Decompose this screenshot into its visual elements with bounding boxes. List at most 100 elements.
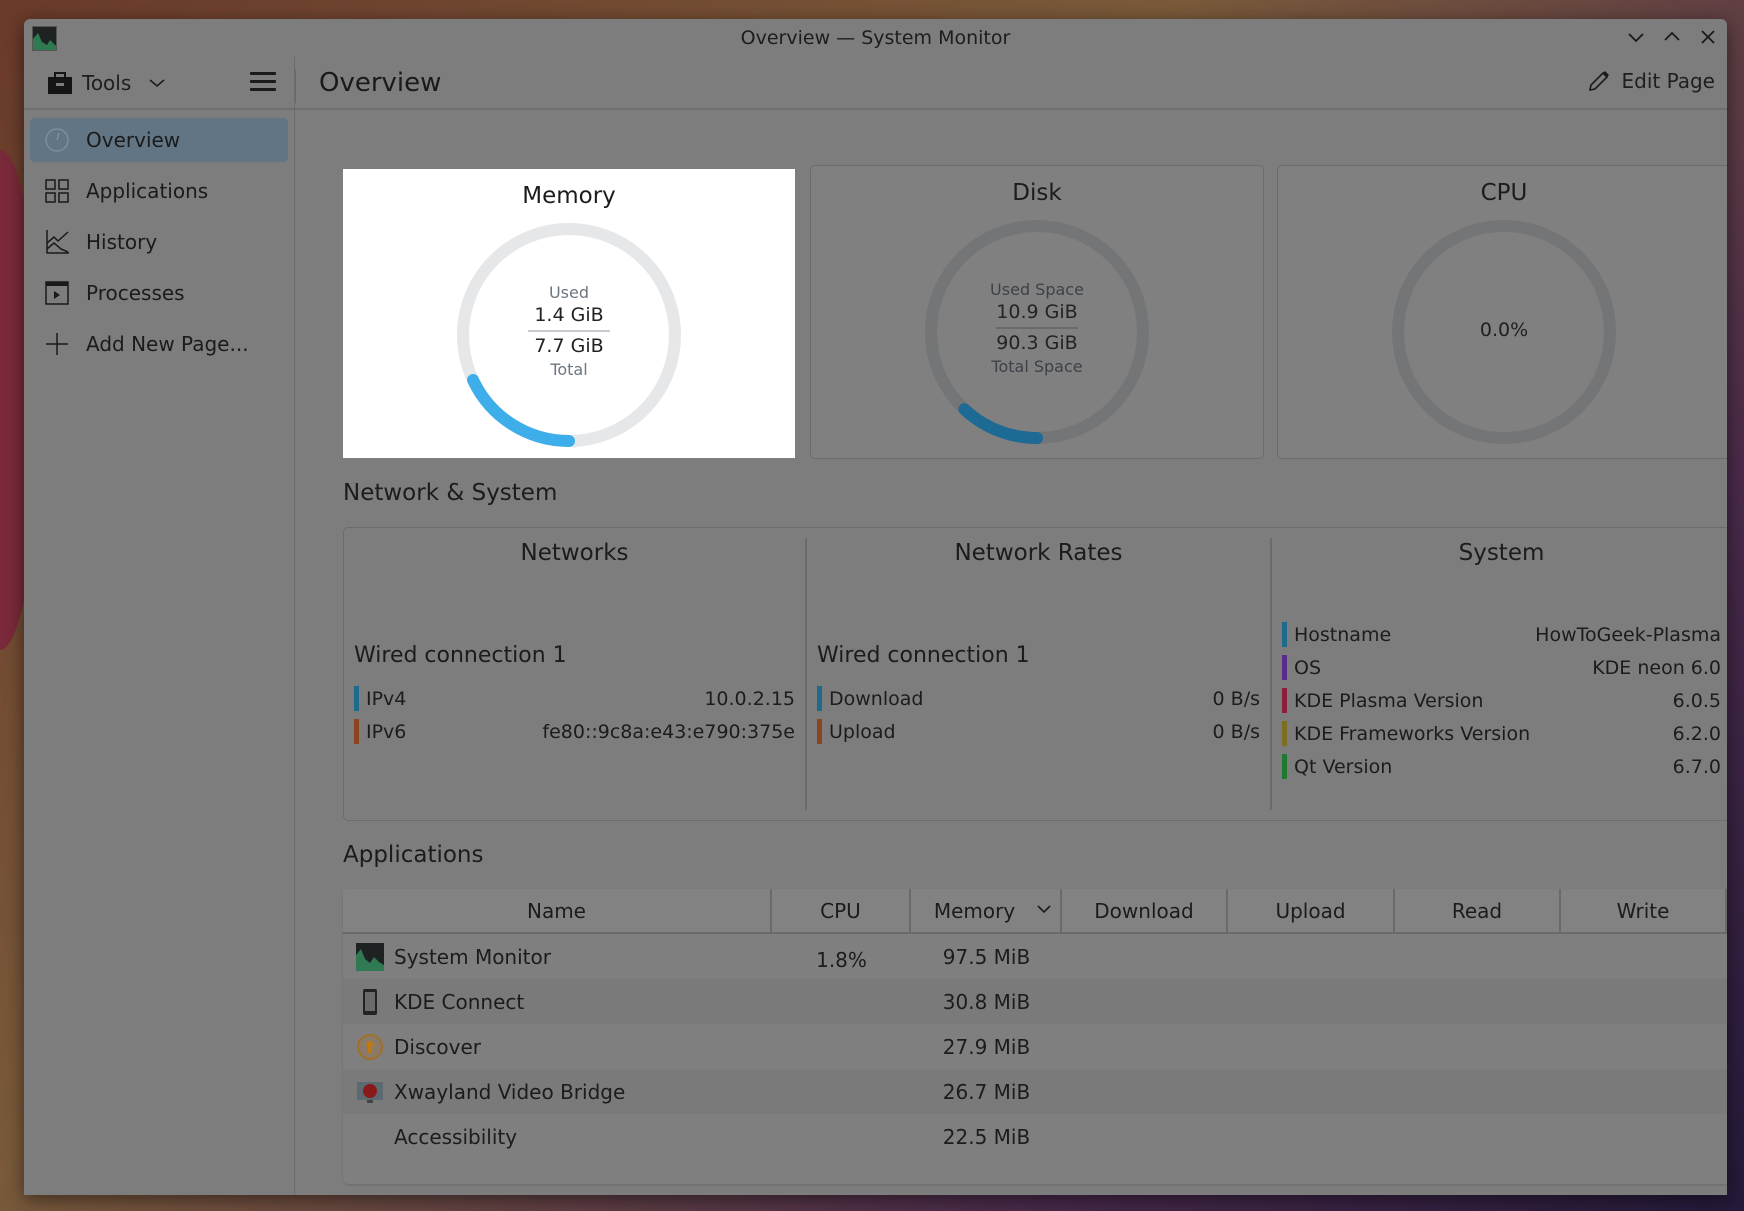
hostname-label: Hostname [1294, 623, 1392, 646]
maximize-button[interactable] [1661, 25, 1683, 49]
download-label: Download [829, 687, 924, 710]
cpu-card[interactable]: CPU 0.0% [1277, 165, 1727, 459]
grid-icon [44, 178, 70, 204]
plasma-version-label: KDE Plasma Version [1294, 689, 1484, 712]
sidebar-item-label: History [86, 230, 158, 254]
network-system-panel: Networks Wired connection 1 IPv4 10.0.2.… [343, 527, 1727, 821]
network-system-heading: Network & System [343, 480, 558, 506]
app-memory: 22.5 MiB [942, 1124, 1031, 1149]
os-color-swatch [1282, 655, 1287, 680]
sidebar-item-label: Overview [86, 128, 181, 152]
memory-total-label: Total [550, 360, 588, 379]
sidebar-item-applications[interactable]: Applications [30, 169, 288, 213]
app-cpu: 1.8% [816, 947, 867, 972]
table-row[interactable]: KDE Connect 30.8 MiB [343, 979, 1727, 1024]
column-header-read[interactable]: Read [1395, 889, 1561, 932]
plasma-version-value: 6.0.5 [1672, 689, 1721, 712]
column-header-cpu[interactable]: CPU [772, 889, 911, 932]
sidebar-item-overview[interactable]: Overview [30, 118, 288, 162]
table-row[interactable]: Xwayland Video Bridge 26.7 MiB [343, 1069, 1727, 1114]
applications-table: Name CPU Memory Download Upload Read Wri… [343, 889, 1727, 1159]
column-header-write[interactable]: Write [1561, 889, 1727, 932]
disk-card-title: Disk [1012, 180, 1062, 206]
speedometer-icon [44, 127, 70, 153]
chevron-down-icon [1628, 33, 1644, 43]
download-value: 0 B/s [1212, 687, 1260, 710]
qt-version-color-swatch [1282, 754, 1287, 779]
ipv6-label: IPv6 [366, 720, 407, 743]
cpu-gauge: 0.0% [1390, 218, 1618, 446]
sort-descending-icon [1037, 905, 1051, 914]
sidebar-item-label: Processes [86, 281, 185, 305]
rates-connection-name: Wired connection 1 [817, 643, 1030, 668]
hostname-value: HowToGeek-Plasma [1535, 623, 1721, 646]
upload-value: 0 B/s [1212, 720, 1260, 743]
hamburger-menu-button[interactable] [250, 72, 276, 94]
table-row[interactable]: Accessibility 22.5 MiB [343, 1114, 1727, 1159]
discover-icon [356, 1033, 384, 1061]
disk-card[interactable]: Disk Used Space 10.9 GiB 90.3 GiB Total … [810, 165, 1264, 459]
upload-rate-row: Upload 0 B/s [817, 715, 1260, 748]
pencil-icon [1589, 71, 1610, 92]
frameworks-version-color-swatch [1282, 721, 1287, 746]
ipv4-value: 10.0.2.15 [704, 687, 795, 710]
column-header-label: Write [1616, 898, 1670, 923]
table-row[interactable]: System Monitor 1.8% 97.5 MiB [343, 934, 1727, 979]
memory-used-label: Used [548, 283, 590, 302]
sidebar-item-processes[interactable]: Processes [30, 271, 288, 315]
app-name: Accessibility [394, 1124, 518, 1149]
accessibility-icon-placeholder [356, 1123, 384, 1151]
memory-card-title: Memory [522, 183, 616, 209]
memory-gauge: Used 1.4 GiB 7.7 GiB Total [455, 221, 683, 449]
memory-used-value: 1.4 GiB [534, 304, 604, 326]
column-header-name[interactable]: Name [343, 889, 772, 932]
chevron-down-icon [149, 78, 165, 87]
networks-connection-name: Wired connection 1 [354, 643, 567, 668]
disk-used-value: 10.9 GiB [996, 301, 1078, 323]
window-title: Overview — System Monitor [740, 27, 1011, 49]
ipv6-color-swatch [354, 719, 359, 744]
sidebar-nav: Overview Applications History Processes [24, 110, 294, 381]
app-name: KDE Connect [394, 989, 525, 1014]
network-rates-column: Network Rates Wired connection 1 Downloa… [807, 528, 1270, 820]
xwayland-video-bridge-icon [356, 1078, 384, 1106]
column-header-upload[interactable]: Upload [1228, 889, 1395, 932]
download-rate-row: Download 0 B/s [817, 682, 1260, 715]
qt-version-row: Qt Version 6.7.0 [1282, 750, 1721, 783]
applications-heading: Applications [343, 842, 484, 868]
page-header: Overview Edit Page [295, 57, 1727, 110]
tools-menu-button[interactable]: Tools [48, 71, 165, 95]
table-row[interactable]: Discover 27.9 MiB [343, 1024, 1727, 1069]
title-bar[interactable]: Overview — System Monitor [24, 19, 1727, 57]
os-label: OS [1294, 656, 1322, 679]
app-name: System Monitor [394, 944, 551, 969]
close-icon [1701, 30, 1715, 44]
sidebar-item-add-new-page[interactable]: Add New Page... [30, 322, 288, 366]
qt-version-value: 6.7.0 [1672, 755, 1721, 778]
networks-column: Networks Wired connection 1 IPv4 10.0.2.… [344, 528, 805, 820]
disk-used-label: Used Space [990, 280, 1084, 299]
column-header-download[interactable]: Download [1062, 889, 1228, 932]
column-header-memory[interactable]: Memory [911, 889, 1062, 932]
disk-total-value: 90.3 GiB [996, 332, 1078, 354]
frameworks-version-value: 6.2.0 [1672, 722, 1721, 745]
disk-total-label: Total Space [991, 357, 1083, 376]
edit-page-label: Edit Page [1621, 69, 1715, 93]
os-row: OS KDE neon 6.0 [1282, 651, 1721, 684]
tools-label: Tools [82, 70, 132, 95]
memory-card[interactable]: Memory Used 1.4 GiB 7.7 GiB Total [343, 169, 795, 458]
frameworks-version-label: KDE Frameworks Version [1294, 722, 1531, 745]
applications-panel: Name CPU Memory Download Upload Read Wri… [343, 889, 1727, 1184]
sidebar-item-label: Applications [86, 179, 209, 203]
network-rates-title: Network Rates [954, 540, 1123, 566]
ipv4-color-swatch [354, 686, 359, 711]
minimize-button[interactable] [1625, 25, 1647, 49]
upload-color-swatch [817, 719, 822, 744]
edit-page-button[interactable]: Edit Page [1587, 69, 1715, 93]
system-monitor-app-icon [32, 26, 57, 51]
sidebar-item-history[interactable]: History [30, 220, 288, 264]
disk-gauge: Used Space 10.9 GiB 90.3 GiB Total Space [923, 218, 1151, 446]
column-header-label: Read [1451, 898, 1503, 923]
close-button[interactable] [1697, 25, 1719, 49]
upload-label: Upload [829, 720, 896, 743]
